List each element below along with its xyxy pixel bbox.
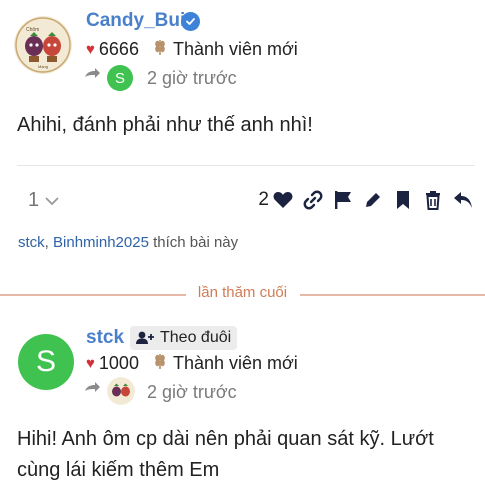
delete-trash-icon[interactable] (423, 189, 443, 211)
post-body-line: cùng lái kiếm thêm Em (17, 459, 220, 481)
link-icon[interactable] (303, 189, 323, 211)
reply-to-arrow-icon (84, 67, 100, 87)
rank-wheat-icon (153, 38, 167, 61)
liker-link[interactable]: stck (18, 234, 45, 251)
liked-by-line: stck, Binhminh2025 thích bài này (18, 234, 239, 251)
follow-button[interactable]: Theo đuôi (130, 326, 238, 350)
username[interactable]: Candy_Bui (86, 10, 185, 32)
likes-received-count: 6666 (98, 39, 139, 59)
add-user-icon (136, 331, 154, 345)
heart-icon: ♥ (86, 41, 95, 58)
likes-received-count: 1000 (98, 353, 139, 373)
last-visit-separator: lần thăm cuối (0, 284, 485, 304)
username[interactable]: stck (86, 327, 124, 349)
last-visit-label: lần thăm cuối (189, 284, 296, 301)
bookmark-icon[interactable] (393, 189, 413, 211)
liker-link[interactable]: Binhminh2025 (53, 234, 149, 251)
user-avatar-stck[interactable]: S (18, 334, 74, 390)
svg-text:Chôm: Chôm (26, 27, 39, 33)
edit-pencil-icon[interactable] (363, 189, 383, 211)
verified-icon (181, 12, 200, 31)
flag-icon[interactable] (333, 189, 353, 211)
like-heart-icon[interactable] (273, 189, 293, 211)
reply-count: 1 (28, 189, 40, 211)
post-body: Ahihi, đánh phải như thế anh nhì! (17, 114, 313, 136)
post-body-line: Hihi! Anh ôm cp dài nên phải quan sát kỹ… (17, 428, 434, 450)
reply-icon[interactable] (453, 189, 473, 211)
like-count[interactable]: 2 (258, 189, 269, 211)
follow-label: Theo đuôi (160, 329, 232, 346)
post-divider (17, 165, 475, 166)
user-rank: Thành viên mới (172, 39, 298, 59)
replies-toggle[interactable]: 1 (28, 189, 59, 212)
reply-to-avatar[interactable]: S (107, 65, 133, 91)
liked-by-suffix: thích bài này (153, 234, 239, 251)
reply-to-avatar[interactable] (107, 377, 135, 405)
reply-to-arrow-icon (84, 381, 100, 401)
user-stats-row: ♥ 6666 Thành viên mới (86, 38, 298, 61)
post-body: Hihi! Anh ôm cp dài nên phải quan sát kỹ… (17, 424, 477, 486)
user-rank: Thành viên mới (172, 353, 298, 373)
post-candy-bui: Chôm Mạng Candy_Bui ♥ 6666 Thành viên mớ… (0, 0, 485, 278)
post-time[interactable]: 2 giờ trước (147, 68, 237, 89)
post-time[interactable]: 2 giờ trước (147, 382, 237, 403)
svg-text:Mạng: Mạng (38, 64, 48, 69)
chevron-down-icon (45, 189, 59, 212)
heart-icon: ♥ (86, 355, 95, 372)
user-avatar-candy-bui[interactable]: Chôm Mạng (14, 16, 72, 74)
rank-wheat-icon (153, 352, 167, 375)
post-actions: 2 (258, 189, 473, 211)
user-stats-row: ♥ 1000 Thành viên mới (86, 352, 298, 375)
